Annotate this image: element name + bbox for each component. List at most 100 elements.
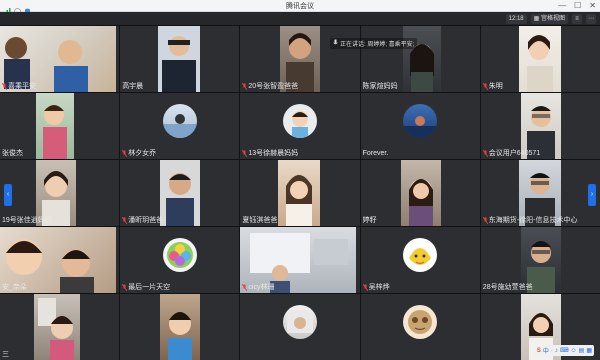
close-button[interactable]: ✕ [589, 0, 596, 12]
participant-tile[interactable]: 夏钰淇爸爸 [240, 160, 360, 226]
participant-tile[interactable]: 潘昕玥爸爸 [120, 160, 240, 226]
mic-muted-icon [121, 283, 128, 292]
participant-name: 最后一片天空 [128, 284, 171, 291]
participant-name-row: 喜乘平安 [1, 82, 36, 91]
more-button[interactable]: ⋯ [586, 14, 596, 24]
participant-tile[interactable]: 会议用户640571 [480, 93, 600, 159]
participant-video [400, 160, 441, 226]
participant-avatar [403, 103, 438, 138]
participant-name-row: 陈家煊妈妈 [363, 82, 398, 91]
mic-muted-icon [121, 149, 128, 158]
window-title: 腾讯会议 [286, 3, 314, 10]
participant-name: 喜乘平安 [8, 83, 36, 90]
grid-view-button[interactable]: ▦ 宫格视图 [530, 14, 568, 24]
participant-name-row: 夏钰淇爸爸 [242, 216, 277, 225]
mic-muted-icon [482, 149, 489, 158]
mic-muted-icon [1, 82, 8, 91]
participant-tile[interactable]: 最后一片天空 [120, 227, 240, 293]
next-page-button[interactable]: › [588, 184, 596, 206]
participant-tile[interactable] [240, 294, 360, 360]
participant-name: 夏钰淇爸爸 [242, 217, 278, 224]
participant-video [158, 26, 201, 92]
participant-name-row: cicy林珊 [242, 283, 274, 292]
participant-tile[interactable]: 20号张智盈爸爸 [240, 26, 360, 92]
menu-button[interactable]: ≡ [572, 14, 582, 24]
participant-name-row: 潘昕玥爸爸 [121, 216, 164, 225]
participant-name: 安_奈朵 [2, 284, 27, 291]
participant-name: Forever. [362, 150, 389, 157]
participant-name: 三 [2, 351, 9, 358]
participant-name-row: Forever. [363, 149, 389, 158]
participant-avatar [403, 304, 438, 339]
participant-tile[interactable]: 林夕女乔 [120, 93, 240, 159]
ime-toolbox-icon[interactable]: ▤ [579, 347, 585, 354]
mic-muted-icon [242, 149, 248, 158]
ime-emoji-icon[interactable]: ☺ [571, 348, 577, 354]
mic-muted-icon [121, 216, 128, 225]
participant-name: 吴梓烨 [368, 284, 390, 291]
maximize-button[interactable]: ☐ [574, 0, 581, 12]
participant-name: 陈家煊妈妈 [362, 83, 398, 90]
participant-avatar [403, 237, 438, 272]
participant-name-row: 20号张智盈爸爸 [242, 82, 298, 91]
ime-punctuation-toggle[interactable]: · [551, 348, 553, 354]
mic-muted-icon [482, 82, 489, 91]
participant-tile[interactable]: 三 [0, 294, 120, 360]
participant-name: 会议用户640571 [488, 150, 541, 157]
participant-tile[interactable]: 陈家煊妈妈 [360, 26, 480, 92]
participant-video [518, 26, 561, 92]
ime-voice-icon[interactable]: ♪ [555, 348, 558, 354]
participant-tile[interactable] [120, 294, 240, 360]
participant-tile[interactable]: 朱明 [480, 26, 600, 92]
participant-name-row: 19号张佳逍妈妈 [2, 216, 52, 225]
window-titlebar: 腾讯会议 — ☐ ✕ [0, 0, 600, 15]
participant-name: 朱明 [488, 83, 503, 90]
minimize-button[interactable]: — [558, 0, 566, 12]
participant-name-row: 三 [2, 350, 9, 359]
participant-name: 林夕女乔 [128, 150, 157, 157]
mic-muted-icon [482, 216, 489, 225]
participant-tile[interactable] [360, 294, 480, 360]
participant-video [36, 93, 74, 159]
participant-avatar [282, 103, 317, 138]
mic-muted-icon [362, 283, 368, 292]
participant-name: 东海期货-徐阳-信息技术中心 [488, 217, 578, 224]
participant-name: 潘昕玥爸爸 [128, 217, 164, 224]
participant-tile[interactable]: 张俊杰 [0, 93, 120, 159]
participant-video [34, 294, 80, 360]
ime-keyboard-icon[interactable]: ⌨ [560, 347, 569, 354]
ime-skin-icon[interactable]: ▦ [586, 347, 592, 354]
participant-tile[interactable]: cicy林珊 [240, 227, 360, 293]
participant-tile[interactable]: 13号徐赫晨妈妈 [240, 93, 360, 159]
participant-tile[interactable]: 婷籽 [360, 160, 480, 226]
participant-name: 28号施幼萱爸爸 [482, 284, 533, 291]
participant-name-row: 最后一片天空 [121, 283, 171, 292]
participant-name-row: 会议用户640571 [482, 149, 541, 158]
grid-view-label: 宫格视图 [540, 16, 565, 22]
participant-tile[interactable]: 喜乘平安 [0, 26, 120, 92]
participant-name: 张俊杰 [2, 150, 23, 157]
ime-logo-icon[interactable]: S [537, 348, 541, 354]
participant-name: 20号张智盈爸爸 [248, 83, 299, 90]
ime-language-toggle[interactable]: 中 [543, 346, 549, 355]
ime-toolbar: S 中 · ♪ ⌨ ☺ ▤ ▦ [534, 345, 594, 356]
video-grid: 喜乘平安 高宇晨 20号张智盈爸爸 陈家煊妈妈 朱明 张俊杰 林夕女乔 13号徐… [0, 26, 600, 360]
participant-name-row: 安_奈朵 [2, 283, 27, 292]
participant-tile[interactable]: 东海期货-徐阳-信息技术中心 [480, 160, 600, 226]
participant-avatar [162, 103, 197, 138]
participant-tile[interactable]: Forever. [360, 93, 480, 159]
participant-tile[interactable]: 安_奈朵 [0, 227, 120, 293]
previous-page-button[interactable]: ‹ [4, 184, 12, 206]
participant-tile[interactable]: 吴梓烨 [360, 227, 480, 293]
participant-tile[interactable]: 高宇晨 [120, 26, 240, 92]
participant-avatar [162, 237, 197, 272]
participant-video [402, 26, 441, 92]
participant-tile[interactable]: 28号施幼萱爸爸 [480, 227, 600, 293]
participant-name-row: 吴梓烨 [362, 283, 390, 292]
toolbar-right: 12:18 ▦ 宫格视图 ≡ ⋯ [505, 14, 596, 24]
participant-name: 婷籽 [362, 217, 377, 224]
participant-name-row: 朱明 [482, 82, 503, 91]
participant-tile[interactable]: 19号张佳逍妈妈 [0, 160, 120, 226]
window-controls: — ☐ ✕ [558, 0, 596, 12]
participant-name-row: 张俊杰 [2, 149, 23, 158]
